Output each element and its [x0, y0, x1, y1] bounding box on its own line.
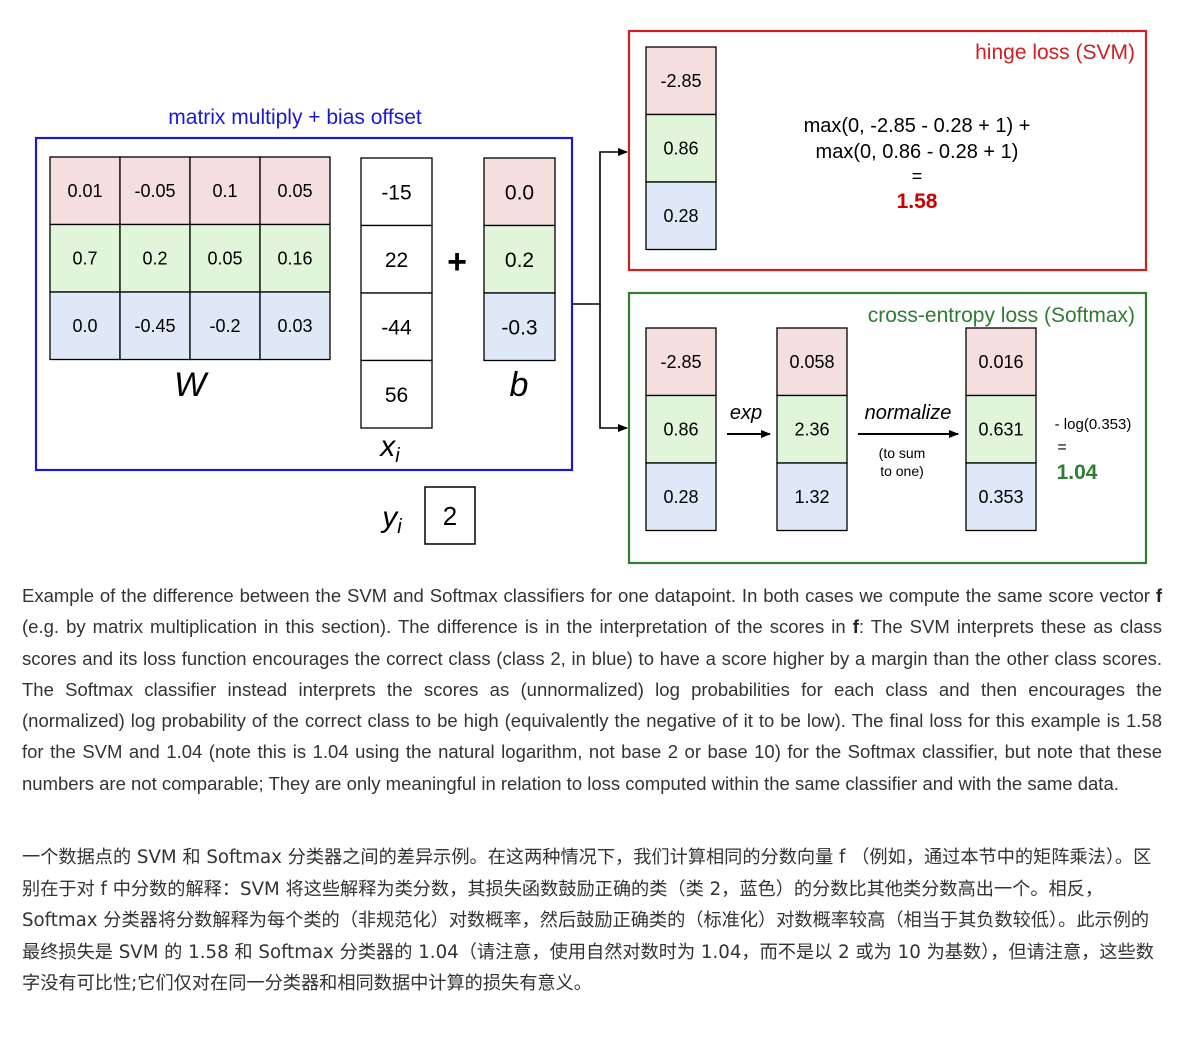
bias-value: 0.2 [505, 249, 534, 272]
normalize-note-line2: to one) [880, 463, 924, 479]
probability-vector: 0.016 0.631 0.353 [965, 327, 1037, 532]
weight-value: 0.1 [212, 181, 237, 201]
input-vector-label: xi [378, 430, 400, 467]
softmax-score-value: -2.85 [660, 352, 701, 372]
input-value: -44 [381, 316, 412, 339]
weight-value: 0.05 [207, 249, 242, 269]
weight-value: 0.0 [72, 316, 97, 336]
input-value: 22 [385, 249, 408, 272]
svm-softmax-diagram: matrix multiply + bias offset 0.01 -0.05 0… [34, 29, 1148, 565]
svm-panel-title: hinge loss (SVM) [975, 41, 1135, 64]
bias-value: -0.3 [501, 316, 537, 339]
plus-sign: + [447, 243, 467, 281]
svm-formula-line1: max(0, -2.85 - 0.28 + 1) + [804, 115, 1031, 137]
probability-value: 0.016 [978, 352, 1023, 372]
exp-score-value: 0.058 [789, 352, 834, 372]
weight-value: -0.45 [134, 316, 175, 336]
softmax-result: 1.04 [1057, 461, 1098, 484]
weight-value: 0.16 [277, 249, 312, 269]
bias-vector: 0.0 0.2 -0.3 [483, 157, 556, 362]
caption-english: Example of the difference between the SV… [22, 580, 1162, 799]
caption-en-part3: : The SVM interprets these as class scor… [22, 616, 1162, 794]
svm-score-value: 0.28 [663, 206, 698, 226]
weight-value: 0.2 [142, 249, 167, 269]
weight-value: -0.05 [134, 181, 175, 201]
softmax-equals: = [1057, 439, 1066, 456]
svm-score-value: 0.86 [663, 139, 698, 159]
exp-label: exp [730, 402, 762, 424]
svm-equals: = [912, 166, 923, 186]
softmax-loss-expression: - log(0.353) [1055, 416, 1132, 433]
svm-score-value: -2.85 [660, 71, 701, 91]
weight-value: 0.03 [277, 316, 312, 336]
caption-en-part1: Example of the difference between the SV… [22, 585, 1156, 606]
softmax-score-value: 0.28 [663, 487, 698, 507]
caption-en-f1: f [1155, 585, 1162, 606]
weight-matrix-label: W [174, 366, 209, 404]
weight-value: 0.05 [277, 181, 312, 201]
label-y-text: yi [380, 501, 402, 538]
arrow-to-svm [572, 148, 628, 305]
softmax-score-value: 0.86 [663, 420, 698, 440]
caption-en-part2: (e.g. by matrix multiplication in this s… [22, 616, 853, 638]
normalize-note-line1: (to sum [879, 445, 926, 461]
probability-value: 0.631 [978, 420, 1023, 440]
exp-score-value: 2.36 [794, 420, 829, 440]
softmax-score-vector: -2.85 0.86 0.28 [645, 327, 717, 532]
weight-matrix: 0.01 -0.05 0.1 0.05 0.7 0.2 0.05 0.16 0.0 -0.45 -0… [49, 156, 331, 361]
input-value: 56 [385, 384, 408, 407]
svm-formula-line2: max(0, 0.86 - 0.28 + 1) [816, 141, 1019, 163]
bias-value: 0.0 [505, 181, 534, 204]
weight-value: 0.7 [72, 249, 97, 269]
arrow-to-softmax [599, 304, 628, 432]
bias-vector-label: b [510, 366, 529, 404]
caption-chinese: 一个数据点的 SVM 和 Softmax 分类器之间的差异示例。在这两种情况下，… [22, 847, 1154, 994]
input-value: -15 [381, 181, 411, 204]
softmax-panel-title: cross-entropy loss (Softmax) [868, 304, 1135, 327]
matrix-panel-label: matrix multiply + bias offset [168, 106, 422, 129]
input-vector: -15 22 -44 56 [360, 157, 433, 429]
probability-value: 0.353 [978, 487, 1023, 507]
weight-value: -0.2 [209, 316, 240, 336]
normalize-label: normalize [865, 402, 952, 424]
svm-score-vector: -2.85 0.86 0.28 [645, 46, 717, 251]
svm-result: 1.58 [897, 190, 938, 213]
exp-score-vector: 0.058 2.36 1.32 [776, 327, 848, 532]
label-y-value: 2 [443, 501, 457, 531]
weight-value: 0.01 [67, 181, 102, 201]
exp-score-value: 1.32 [794, 487, 829, 507]
